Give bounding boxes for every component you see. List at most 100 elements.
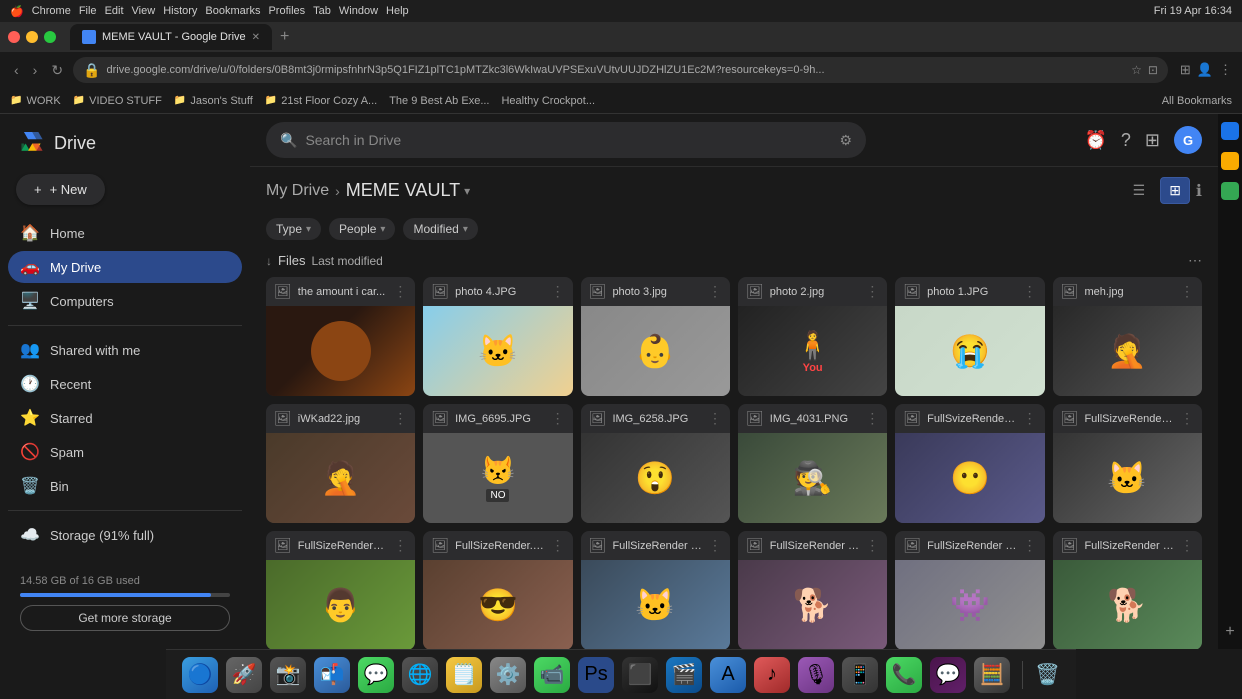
file-card-14[interactable]: 🖼 FullSizeRender (4... ⋮ 🐱 — [581, 531, 730, 649]
back-button[interactable]: ‹ — [10, 60, 23, 80]
dock-facetime2[interactable]: 📞 — [886, 657, 922, 693]
file-more-4[interactable]: ⋮ — [1023, 283, 1037, 300]
menu-tab[interactable]: Tab — [313, 5, 331, 17]
dock-settings[interactable]: ⚙️ — [490, 657, 526, 693]
grid-view-button[interactable]: ⊞ — [1160, 177, 1190, 204]
sidebar-item-computers[interactable]: 🖥️ Computers — [8, 285, 242, 317]
breadcrumb-current-label[interactable]: MEME VAULT — [346, 180, 460, 201]
dock-mail[interactable]: 📬 — [314, 657, 350, 693]
file-more-2[interactable]: ⋮ — [708, 283, 722, 300]
menu-chrome[interactable]: Chrome — [32, 5, 71, 17]
file-card-0[interactable]: 🖼 the amount i car... ⋮ — [266, 277, 415, 396]
file-card-6[interactable]: 🖼 iWKad22.jpg ⋮ 🤦 — [266, 404, 415, 523]
sidebar-item-home[interactable]: 🏠 Home — [8, 217, 242, 249]
file-card-1[interactable]: 🖼 photo 4.JPG ⋮ 🐱 — [423, 277, 572, 396]
dock-facetime[interactable]: 📹 — [534, 657, 570, 693]
file-card-7[interactable]: 🖼 IMG_6695.JPG ⋮ 😾 NO — [423, 404, 572, 523]
forward-button[interactable]: › — [29, 60, 42, 80]
dock-finder[interactable]: 🔵 — [182, 657, 218, 693]
apple-icon[interactable]: 🍎 — [10, 5, 24, 18]
menu-view[interactable]: View — [132, 5, 156, 17]
dock-chrome[interactable]: 🌐 — [402, 657, 438, 693]
menu-profiles[interactable]: Profiles — [268, 5, 305, 17]
dock-ios[interactable]: 📱 — [842, 657, 878, 693]
right-panel-meet[interactable] — [1221, 122, 1239, 140]
dock-messages[interactable]: 💬 — [358, 657, 394, 693]
sidebar-item-starred[interactable]: ⭐ Starred — [8, 402, 242, 434]
file-more-9[interactable]: ⋮ — [865, 410, 879, 427]
notifications-icon[interactable]: ⏰ — [1084, 130, 1106, 151]
bookmark-21stfloor[interactable]: 📁 21st Floor Cozy A... — [265, 95, 377, 107]
dock-appstore[interactable]: A — [710, 657, 746, 693]
pip-icon[interactable]: ⊡ — [1148, 63, 1158, 77]
menu-window[interactable]: Window — [339, 5, 378, 17]
extensions-icon[interactable]: ⊞ — [1180, 62, 1191, 78]
dock-terminal[interactable]: ⬛ — [622, 657, 658, 693]
sidebar-item-bin[interactable]: 🗑️ Bin — [8, 470, 242, 502]
file-card-3[interactable]: 🖼 photo 2.jpg ⋮ 🧍 You — [738, 277, 887, 396]
dock-photoshop[interactable]: Ps — [578, 657, 614, 693]
file-card-12[interactable]: 🖼 FullSizeRender2.j... ⋮ 👨 — [266, 531, 415, 649]
sidebar-item-recent[interactable]: 🕐 Recent — [8, 368, 242, 400]
bookmark-star-icon[interactable]: ☆ — [1131, 63, 1142, 77]
file-more-16[interactable]: ⋮ — [1023, 537, 1037, 554]
file-more-1[interactable]: ⋮ — [551, 283, 565, 300]
close-btn[interactable] — [8, 31, 20, 43]
dock-notes[interactable]: 🗒️ — [446, 657, 482, 693]
filter-type[interactable]: Type ▾ — [266, 218, 321, 240]
filter-modified[interactable]: Modified ▾ — [403, 218, 477, 240]
new-button[interactable]: + + New — [16, 174, 105, 205]
file-more-15[interactable]: ⋮ — [865, 537, 879, 554]
breadcrumb-dropdown-icon[interactable]: ▾ — [464, 184, 470, 198]
file-card-9[interactable]: 🖼 IMG_4031.PNG ⋮ 🕵️ — [738, 404, 887, 523]
info-icon[interactable]: ℹ — [1196, 181, 1202, 201]
sidebar-item-mydrive[interactable]: 🚗 My Drive — [8, 251, 242, 283]
file-card-15[interactable]: 🖼 FullSizeRender (3... ⋮ 🐕 — [738, 531, 887, 649]
avatar[interactable]: G — [1174, 126, 1202, 154]
dock-calculator[interactable]: 🧮 — [974, 657, 1010, 693]
dock-podcasts[interactable]: 🎙 — [798, 657, 834, 693]
profile-icon[interactable]: 👤 — [1197, 62, 1213, 78]
filter-people[interactable]: People ▾ — [329, 218, 395, 240]
search-bar[interactable]: 🔍 Search in Drive ⚙ — [266, 122, 866, 158]
all-bookmarks[interactable]: All Bookmarks — [1162, 95, 1232, 107]
file-card-13[interactable]: 🖼 FullSizeRender.jpg ⋮ 😎 — [423, 531, 572, 649]
file-more-10[interactable]: ⋮ — [1023, 410, 1037, 427]
file-card-10[interactable]: 🖼 FullSvizeRenderj... ⋮ 😶 — [895, 404, 1044, 523]
file-card-8[interactable]: 🖼 IMG_6258.JPG ⋮ 😲 — [581, 404, 730, 523]
menu-file[interactable]: File — [79, 5, 97, 17]
dock-imovie[interactable]: 🎬 — [666, 657, 702, 693]
menu-history[interactable]: History — [163, 5, 197, 17]
file-more-14[interactable]: ⋮ — [708, 537, 722, 554]
new-tab-button[interactable]: + — [280, 28, 289, 46]
list-view-button[interactable]: ☰ — [1124, 177, 1155, 204]
bookmark-abexe[interactable]: The 9 Best Ab Exe... — [389, 95, 489, 107]
apps-icon[interactable]: ⊞ — [1145, 130, 1160, 151]
fullscreen-btn[interactable] — [44, 31, 56, 43]
file-card-4[interactable]: 🖼 photo 1.JPG ⋮ 😭 — [895, 277, 1044, 396]
minimize-btn[interactable] — [26, 31, 38, 43]
file-card-5[interactable]: 🖼 meh.jpg ⋮ 🤦 — [1053, 277, 1202, 396]
more-menu-icon[interactable]: ⋮ — [1219, 62, 1232, 78]
menu-help[interactable]: Help — [386, 5, 409, 17]
dock-trash[interactable]: 🗑️ — [1035, 662, 1060, 687]
get-more-storage-button[interactable]: Get more storage — [20, 605, 230, 631]
breadcrumb-parent[interactable]: My Drive — [266, 182, 329, 200]
dock-photos[interactable]: 📸 — [270, 657, 306, 693]
dock-slack[interactable]: 💬 — [930, 657, 966, 693]
right-panel-add[interactable]: + — [1225, 623, 1234, 641]
help-icon[interactable]: ? — [1121, 130, 1131, 151]
file-more-7[interactable]: ⋮ — [551, 410, 565, 427]
file-card-16[interactable]: 🖼 FullSizeRender (2... ⋮ 👾 — [895, 531, 1044, 649]
search-filter-icon[interactable]: ⚙ — [839, 132, 852, 149]
file-card-11[interactable]: 🖼 FullSizveRenderj... ⋮ 🐱 — [1053, 404, 1202, 523]
file-more-5[interactable]: ⋮ — [1180, 283, 1194, 300]
sidebar-item-shared[interactable]: 👥 Shared with me — [8, 334, 242, 366]
menu-bookmarks[interactable]: Bookmarks — [205, 5, 260, 17]
file-more-8[interactable]: ⋮ — [708, 410, 722, 427]
file-more-11[interactable]: ⋮ — [1180, 410, 1194, 427]
right-panel-tasks[interactable] — [1221, 182, 1239, 200]
bookmark-video[interactable]: 📁 VIDEO STUFF — [73, 95, 162, 107]
bookmark-jason[interactable]: 📁 Jason's Stuff — [174, 95, 253, 107]
reload-button[interactable]: ↻ — [47, 60, 67, 81]
